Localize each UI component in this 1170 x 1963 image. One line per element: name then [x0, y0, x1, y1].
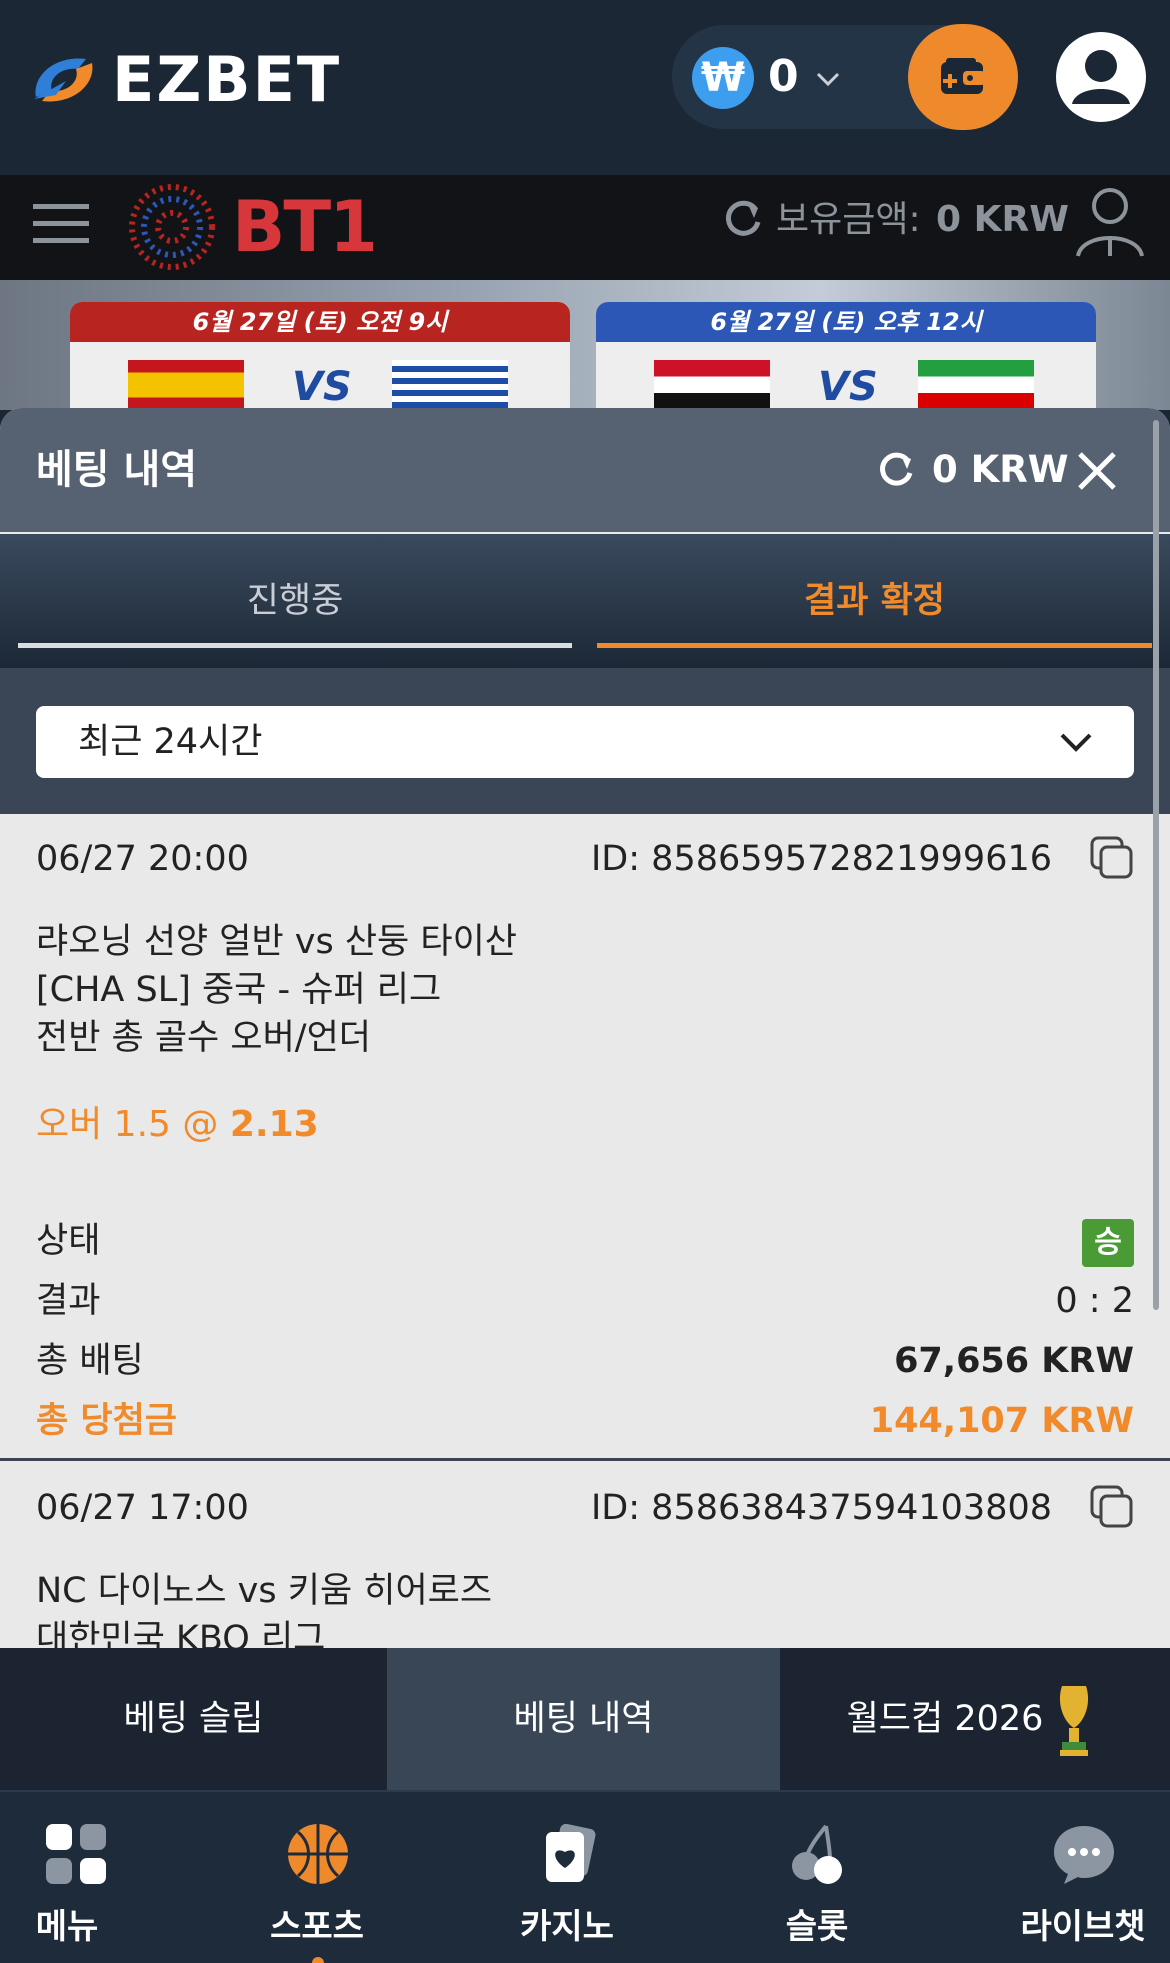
ezbet-logo-icon — [34, 58, 93, 102]
banner-vs: VS — [292, 364, 352, 410]
bet-league: [CHA SL] 중국 - 슈퍼 리그 — [36, 970, 442, 1010]
status-label: 상태 — [36, 1221, 101, 1261]
banner-match-date: 6월 27일 (토) 오전 9시 — [70, 302, 570, 342]
bet-match: 랴오닝 선양 얼반 vs 산둥 타이산 — [36, 922, 517, 962]
banner-match-date: 6월 27일 (토) 오후 12시 — [596, 302, 1096, 342]
panel-title: 베팅 내역 — [36, 447, 198, 493]
balance-value: 0 KRW — [936, 199, 1069, 240]
user-icon — [1072, 50, 1130, 104]
user-profile-button[interactable] — [1056, 32, 1146, 122]
bet-match: NC 다이노스 vs 키움 히어로즈 — [36, 1571, 493, 1611]
bt1-globe-icon — [129, 184, 215, 270]
tab-settled-underline — [597, 643, 1152, 648]
won-currency-icon: ₩ — [692, 47, 754, 109]
bet-id: ID: 858659572821999616 — [590, 839, 1052, 879]
uruguay-flag-icon — [392, 360, 508, 410]
egypt-flag-icon — [654, 360, 770, 410]
stake-label: 총 배팅 — [36, 1341, 144, 1381]
subtab-bet-slip[interactable]: 베팅 슬립 — [0, 1648, 387, 1790]
nav-menu-label: 메뉴 — [35, 1907, 99, 1947]
nav-sports-label: 스포츠 — [270, 1907, 364, 1947]
nav-slots[interactable]: 슬롯 — [742, 1792, 892, 1963]
nav-live-chat[interactable]: 라이브챗 — [1008, 1792, 1158, 1963]
top-header: EZBET ₩ 0 — [0, 0, 1170, 175]
nav-slots-label: 슬롯 — [785, 1907, 849, 1947]
wallet-plus-icon — [941, 58, 985, 94]
bet-market: 전반 총 골수 오버/언더 — [36, 1018, 371, 1058]
result-label: 결과 — [36, 1281, 101, 1321]
chevron-down-icon — [816, 72, 840, 87]
cherry-icon — [792, 1824, 842, 1884]
bt1-logo[interactable]: BT1 — [126, 175, 378, 280]
banner-vs: VS — [818, 364, 878, 410]
bet-league: 대한민국 KBO 리그 — [36, 1619, 326, 1648]
payout-label: 총 당첨금 — [36, 1401, 177, 1441]
brand-name: EZBET — [112, 43, 342, 116]
bet-pick: 오버 1.5 @ 2.13 — [36, 1100, 319, 1150]
deposit-button[interactable] — [908, 24, 1018, 130]
nav-casino[interactable]: 카지노 — [492, 1792, 642, 1963]
wallet-amount: 0 — [768, 51, 799, 102]
tab-in-progress-underline — [18, 643, 572, 648]
chat-icon — [1054, 1826, 1114, 1884]
refresh-icon[interactable] — [722, 198, 764, 240]
subtab-world-cup[interactable]: 월드컵 2026 — [780, 1648, 1170, 1790]
copy-icon[interactable] — [1090, 1485, 1134, 1529]
bt1-brand-text: BT1 — [232, 186, 378, 268]
bet-item: 06/27 20:00 ID: 858659572821999616 랴오닝 선… — [0, 814, 1170, 1170]
scrollbar[interactable] — [1153, 420, 1159, 1310]
period-filter-select[interactable]: 최근 24시간 — [36, 706, 1134, 778]
bet-sub-navigation: 베팅 슬립 베팅 내역 월드컵 2026 — [0, 1648, 1170, 1790]
chevron-down-icon — [1060, 733, 1092, 752]
bet-history-panel: 베팅 내역 0 KRW 진행중 결과 확정 최근 24시간 06/27 20:0… — [0, 408, 1170, 1648]
panel-header: 베팅 내역 0 KRW — [0, 408, 1170, 532]
copy-icon[interactable] — [1090, 836, 1134, 880]
balance-label: 보유금액: — [776, 199, 921, 240]
bet-odds: 2.13 — [229, 1104, 319, 1145]
close-icon[interactable] — [1076, 450, 1118, 492]
nav-sports[interactable]: 스포츠 — [242, 1792, 392, 1963]
status-badge: 승 — [1082, 1219, 1134, 1267]
nav-menu[interactable]: 메뉴 — [0, 1792, 150, 1963]
ezbet-logo[interactable]: EZBET — [26, 45, 341, 115]
bet-id: ID: 858638437594103808 — [590, 1488, 1052, 1528]
filter-area: 최근 24시간 — [0, 668, 1170, 814]
banner-match-card: 6월 27일 (토) 오후 12시 VS — [596, 302, 1096, 410]
refresh-icon[interactable] — [876, 450, 916, 490]
grid-icon — [46, 1824, 106, 1884]
banner-match-card: 6월 27일 (토) 오전 9시 VS — [70, 302, 570, 410]
stake-value: 67,656 KRW — [894, 1341, 1134, 1381]
bottom-navigation: 메뉴 스포츠 카지노 슬롯 라이브챗 — [0, 1790, 1170, 1963]
trophy-icon — [1059, 1686, 1089, 1756]
bet-time: 06/27 20:00 — [36, 839, 249, 879]
basketball-icon — [288, 1824, 348, 1884]
result-value: 0 : 2 — [1055, 1281, 1134, 1321]
bet-selection: 오버 1.5 @ — [36, 1104, 219, 1145]
subtab-bet-history[interactable]: 베팅 내역 — [387, 1648, 780, 1790]
hamburger-menu-icon[interactable] — [33, 200, 89, 248]
spain-flag-icon — [128, 360, 244, 410]
nav-live-chat-label: 라이브챗 — [1020, 1907, 1146, 1947]
nav-casino-label: 카지노 — [520, 1907, 614, 1947]
account-icon[interactable] — [1072, 184, 1148, 260]
cards-icon — [546, 1823, 596, 1882]
promo-banner[interactable]: 6월 27일 (토) 오전 9시 VS 6월 27일 (토) 오후 12시 VS — [0, 280, 1170, 410]
iran-flag-icon — [918, 360, 1034, 410]
world-cup-label: 월드컵 2026 — [846, 1699, 1044, 1739]
period-filter-value: 최근 24시간 — [78, 722, 263, 762]
panel-balance: 0 KRW — [932, 448, 1069, 491]
bet-status-tabs: 진행중 결과 확정 — [0, 534, 1170, 668]
payout-value: 144,107 KRW — [869, 1401, 1134, 1441]
app-root: EZBET ₩ 0 BT1 보유금액: 0 KRW 6월 27일 (토) 오전 … — [0, 0, 1170, 1963]
bet-item: 06/27 17:00 ID: 858638437594103808 NC 다이… — [0, 1461, 1170, 1648]
active-indicator — [312, 1957, 324, 1963]
bet-time: 06/27 17:00 — [36, 1488, 249, 1528]
